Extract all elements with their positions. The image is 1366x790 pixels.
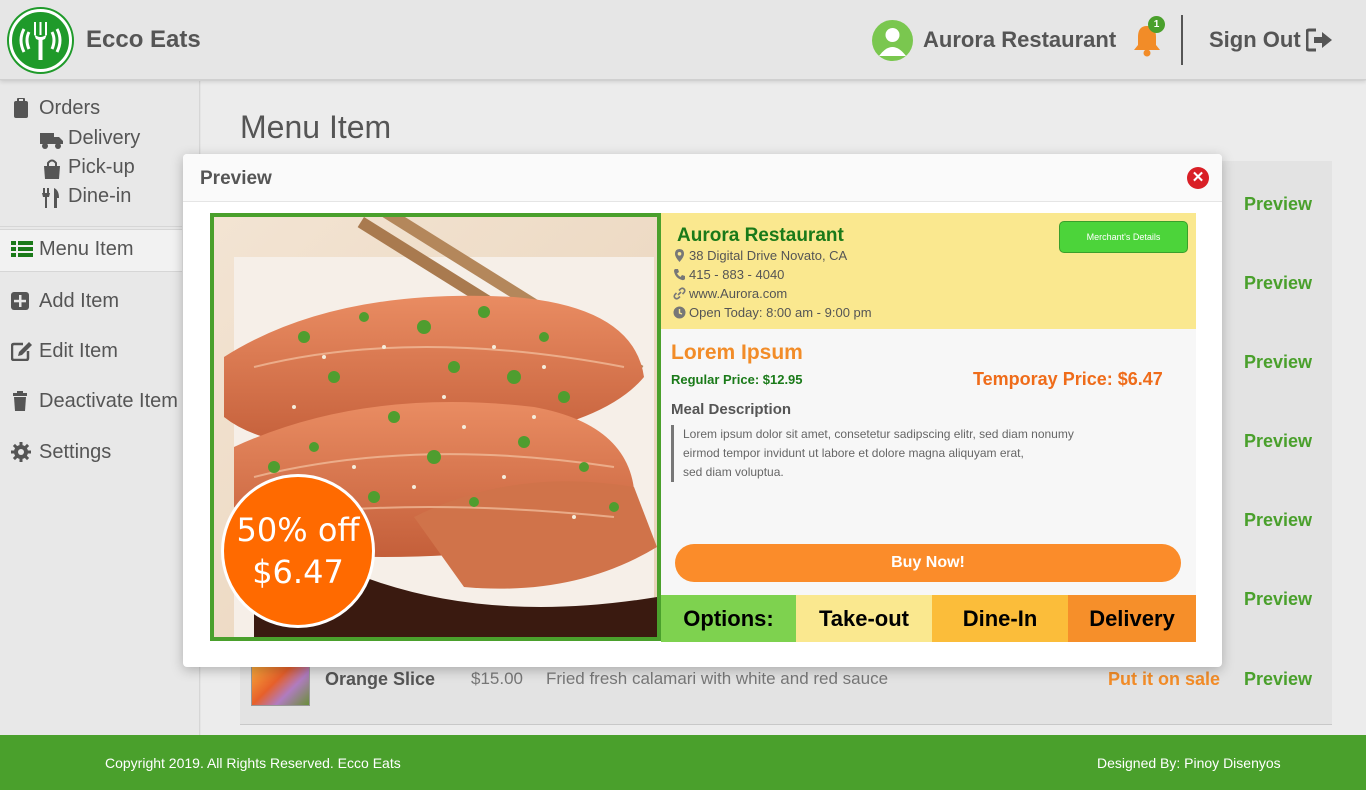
sidebar-item-edit-item[interactable]: Edit Item	[0, 332, 182, 372]
preview-link[interactable]: Preview	[1244, 273, 1312, 294]
sidebar-item-delivery[interactable]: Delivery	[0, 125, 182, 153]
modal-title: Preview	[200, 168, 272, 189]
regular-price: Regular Price: $12.95	[671, 372, 803, 387]
footer-copyright: Copyright 2019. All Rights Reserved. Ecc…	[105, 755, 401, 771]
option-takeout[interactable]: Take-out	[796, 595, 932, 642]
item-thumbnail	[251, 666, 310, 706]
sidebar-item-menu-item[interactable]: Menu Item	[0, 229, 182, 272]
dish-name: Lorem Ipsum	[671, 341, 803, 364]
sidebar-item-label: Edit Item	[39, 340, 118, 362]
link-icon	[673, 287, 686, 300]
sign-out-button[interactable]: Sign Out	[1209, 27, 1301, 53]
meal-description-heading: Meal Description	[671, 401, 792, 418]
shopping-bag-icon	[40, 159, 64, 179]
footer: Copyright 2019. All Rights Reserved. Ecc…	[0, 735, 1366, 790]
restaurant-phone: 415 - 883 - 4040	[673, 267, 784, 282]
order-options: Options: Take-out Dine-In Delivery	[661, 595, 1196, 642]
sidebar-item-label: Settings	[39, 441, 112, 463]
discount-amount: $6.47	[252, 553, 344, 591]
phone-icon	[673, 268, 686, 281]
plus-square-icon	[11, 291, 31, 311]
preview-link[interactable]: Preview	[1244, 510, 1312, 531]
restaurant-address: 38 Digital Drive Novato, CA	[673, 248, 847, 263]
sidebar-item-pickup[interactable]: Pick-up	[0, 154, 182, 182]
sidebar-item-label: Delivery	[68, 127, 141, 149]
footer-designer: Designed By: Pinoy Disenyos	[1097, 755, 1281, 771]
gear-icon	[11, 442, 31, 462]
sidebar-item-label: Pick-up	[68, 156, 135, 178]
sidebar: Orders Delivery Pick-up Dine-in Menu Ite…	[0, 81, 200, 735]
preview-link[interactable]: Preview	[1244, 669, 1312, 690]
map-pin-icon	[673, 249, 686, 262]
preview-link[interactable]: Preview	[1244, 431, 1312, 452]
brand-name: Ecco Eats	[86, 26, 201, 53]
user-avatar-icon[interactable]	[872, 20, 913, 61]
sidebar-item-label: Menu Item	[39, 238, 134, 260]
sign-out-icon[interactable]	[1305, 28, 1334, 52]
edit-icon	[10, 341, 32, 362]
dish-details: Lorem Ipsum Regular Price: $12.95 Tempor…	[661, 329, 1196, 595]
item-name: Orange Slice	[325, 669, 436, 689]
meal-description: Lorem ipsum dolor sit amet, consetetur s…	[671, 425, 1131, 482]
preview-link[interactable]: Preview	[1244, 589, 1312, 610]
top-header: Ecco Eats Aurora Restaurant 1 Sign Out	[0, 0, 1366, 80]
sidebar-item-label: Deactivate Item	[39, 390, 178, 412]
preview-link[interactable]: Preview	[1244, 194, 1312, 215]
sidebar-item-settings[interactable]: Settings	[0, 433, 182, 473]
sidebar-item-label: Orders	[39, 97, 101, 119]
item-price: $15.00	[471, 669, 523, 688]
modal-header: Preview ✕	[183, 154, 1222, 202]
list-icon	[11, 239, 33, 259]
truck-icon	[40, 130, 64, 150]
restaurant-website[interactable]: www.Aurora.com	[673, 286, 787, 301]
page-title: Menu Item	[240, 109, 392, 145]
preview-link[interactable]: Preview	[1244, 352, 1312, 373]
sidebar-item-deactivate-item[interactable]: Deactivate Item	[0, 382, 182, 422]
preview-modal: Preview ✕ 50% off $6.47 Aurora Restauran…	[183, 154, 1222, 667]
option-dinein[interactable]: Dine-In	[932, 595, 1068, 642]
sidebar-item-add-item[interactable]: Add Item	[0, 282, 182, 322]
sidebar-item-label: Add Item	[39, 290, 120, 312]
fork-logo-icon[interactable]	[9, 9, 72, 72]
option-delivery[interactable]: Delivery	[1068, 595, 1196, 642]
discount-percent: 50% off	[236, 511, 360, 549]
notification-badge: 1	[1148, 16, 1165, 33]
header-divider	[1181, 15, 1183, 65]
temporary-price: Temporay Price: $6.47	[973, 369, 1163, 389]
merchant-details-button[interactable]: Merchant's Details	[1059, 221, 1188, 253]
discount-badge: 50% off $6.47	[221, 474, 375, 628]
sidebar-item-dinein[interactable]: Dine-in	[0, 183, 182, 211]
clock-icon	[673, 306, 686, 319]
sidebar-item-label: Dine-in	[68, 185, 132, 207]
put-on-sale-link[interactable]: Put it on sale	[1108, 669, 1220, 690]
clipboard-icon	[11, 98, 31, 118]
user-name[interactable]: Aurora Restaurant	[923, 27, 1116, 53]
trash-icon	[11, 391, 31, 411]
buy-now-button[interactable]: Buy Now!	[675, 544, 1181, 582]
utensils-icon	[40, 188, 64, 208]
options-label: Options:	[661, 595, 796, 642]
restaurant-hours: Open Today: 8:00 am - 9:00 pm	[673, 305, 872, 320]
restaurant-name: Aurora Restaurant	[677, 225, 844, 246]
sidebar-item-orders[interactable]: Orders	[0, 89, 182, 129]
item-description: Fried fresh calamari with white and red …	[546, 669, 889, 688]
close-icon[interactable]: ✕	[1187, 167, 1209, 189]
restaurant-info: Aurora Restaurant 38 Digital Drive Novat…	[661, 213, 1196, 329]
